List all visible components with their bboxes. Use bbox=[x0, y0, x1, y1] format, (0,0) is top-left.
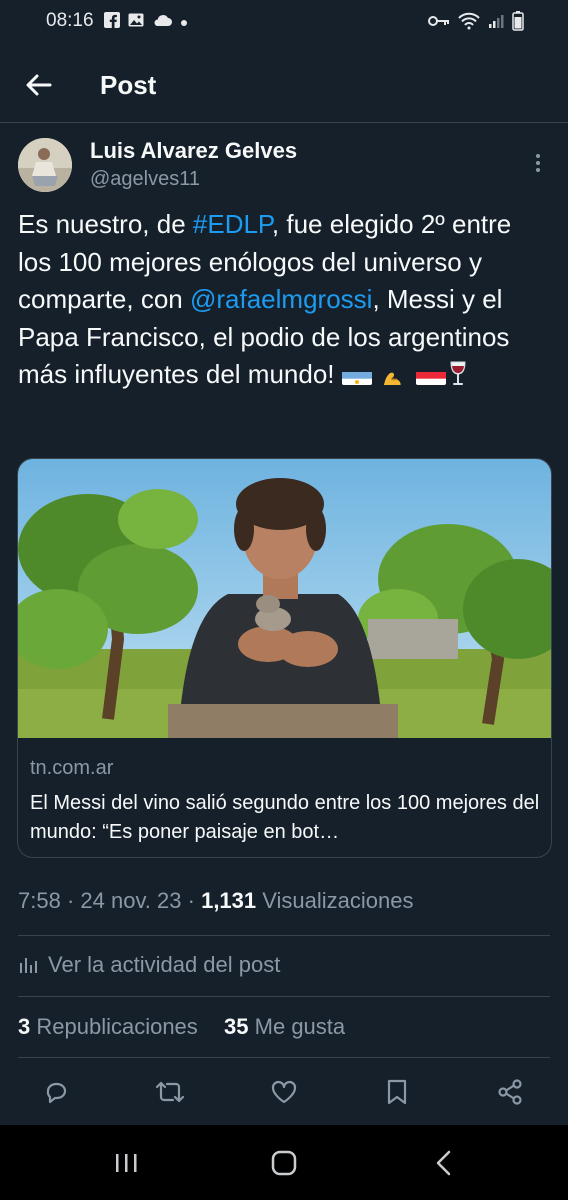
card-title-text: El Messi del vino salió segundo entre lo… bbox=[30, 792, 540, 843]
system-back-button[interactable] bbox=[424, 1145, 464, 1181]
app-header: Post bbox=[0, 48, 568, 123]
avatar[interactable] bbox=[18, 138, 72, 192]
flexed-biceps-icon bbox=[379, 365, 409, 385]
post-text: Es nuestro, de #EDLP, fue elegido 2º ent… bbox=[18, 206, 548, 394]
card-image bbox=[18, 459, 551, 738]
flag-austria-icon bbox=[416, 365, 447, 385]
post-text-part: Es nuestro, de bbox=[18, 209, 193, 239]
bookmark-button[interactable] bbox=[377, 1072, 417, 1112]
view-activity-link[interactable]: Ver la actividad del post bbox=[18, 952, 280, 978]
views-label: Visualizaciones bbox=[256, 888, 414, 913]
bookmark-icon bbox=[387, 1079, 407, 1105]
wine-glass-icon bbox=[446, 360, 470, 388]
more-options-button[interactable] bbox=[530, 148, 546, 178]
recent-apps-icon bbox=[116, 1154, 137, 1172]
back-button[interactable] bbox=[22, 68, 56, 102]
post-meta: 7:58 · 24 nov. 23 · 1,131 Visualizacione… bbox=[18, 888, 414, 914]
post-date: 24 nov. 23 bbox=[80, 888, 182, 913]
signal-icon bbox=[488, 13, 504, 34]
views-count: 1,131 bbox=[201, 888, 257, 913]
flag-argentina-icon bbox=[341, 365, 372, 385]
author-handle[interactable]: @agelves11 bbox=[90, 168, 200, 191]
post-stats: 3 Republicaciones 35 Me gusta bbox=[18, 1014, 345, 1040]
analytics-icon bbox=[20, 958, 37, 973]
like-button[interactable] bbox=[264, 1072, 304, 1112]
likes-count: 35 bbox=[224, 1014, 249, 1039]
reposts-label: Republicaciones bbox=[30, 1014, 198, 1039]
activity-label: Ver la actividad del post bbox=[48, 952, 281, 977]
divider bbox=[18, 1057, 550, 1058]
mention-link[interactable]: @rafaelmgrossi bbox=[190, 284, 372, 314]
reposts-count: 3 bbox=[18, 1014, 31, 1039]
repost-icon bbox=[155, 1081, 185, 1103]
home-icon bbox=[271, 1150, 297, 1176]
repost-button[interactable] bbox=[150, 1072, 190, 1112]
status-bar: 08:16 bbox=[0, 0, 568, 44]
dot-icon bbox=[180, 14, 188, 32]
meta-separator: · bbox=[181, 888, 202, 913]
divider bbox=[18, 935, 550, 936]
link-card[interactable]: tn.com.ar El Messi del vino salió segund… bbox=[17, 458, 552, 858]
divider bbox=[18, 996, 550, 997]
card-domain: tn.com.ar bbox=[30, 757, 114, 779]
card-title: El Messi del vino salió segundo entre lo… bbox=[30, 789, 540, 847]
share-button[interactable] bbox=[490, 1072, 530, 1112]
likes-stat[interactable]: 35 Me gusta bbox=[224, 1014, 345, 1039]
home-button[interactable] bbox=[264, 1145, 304, 1181]
battery-icon bbox=[512, 11, 524, 36]
likes-label: Me gusta bbox=[248, 1014, 346, 1039]
reply-icon bbox=[46, 1082, 67, 1104]
post-time: 7:58 bbox=[18, 888, 61, 913]
back-arrow-icon bbox=[26, 74, 52, 96]
page-title: Post bbox=[100, 70, 157, 100]
cloud-icon bbox=[152, 13, 172, 32]
status-time: 08:16 bbox=[46, 10, 94, 31]
like-icon bbox=[271, 1080, 297, 1104]
key-icon bbox=[428, 14, 450, 33]
reposts-stat[interactable]: 3 Republicaciones bbox=[18, 1014, 198, 1039]
more-vertical-icon bbox=[536, 154, 540, 172]
facebook-icon bbox=[104, 12, 120, 33]
gallery-icon bbox=[128, 12, 144, 33]
post-actions bbox=[0, 1068, 568, 1116]
author-name[interactable]: Luis Alvarez Gelves bbox=[90, 138, 297, 164]
recent-apps-button[interactable] bbox=[106, 1145, 146, 1181]
share-icon bbox=[498, 1079, 522, 1105]
wifi-icon bbox=[458, 12, 480, 35]
reply-button[interactable] bbox=[36, 1072, 76, 1112]
meta-separator: · bbox=[60, 888, 81, 913]
back-icon bbox=[436, 1150, 451, 1176]
hashtag-link[interactable]: #EDLP bbox=[193, 209, 272, 239]
system-nav-bar bbox=[0, 1125, 568, 1200]
